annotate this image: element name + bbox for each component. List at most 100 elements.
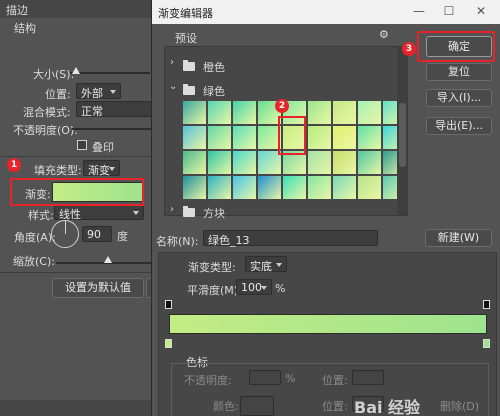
annotation-badge-2: 2 — [275, 99, 289, 113]
gradient-swatch[interactable] — [308, 176, 331, 199]
new-button[interactable]: 新建(W) — [425, 229, 492, 247]
size-label: 大小(S): — [33, 68, 75, 81]
gradient-swatch[interactable] — [358, 176, 381, 199]
gradient-swatch[interactable] — [183, 126, 206, 149]
smoothness-label: 平滑度(M): — [187, 284, 242, 297]
folder-icon — [183, 206, 195, 217]
import-button[interactable]: 导入(I)... — [426, 89, 492, 107]
gear-icon[interactable]: ⚙ — [379, 28, 391, 41]
opacity-slider-track[interactable] — [72, 128, 152, 130]
gradient-swatch[interactable] — [333, 176, 356, 199]
gradient-swatch[interactable] — [233, 176, 256, 199]
stroke-dialog-title: 描边 — [6, 4, 28, 17]
gradient-swatch[interactable] — [283, 151, 306, 174]
color-stop-right[interactable] — [483, 339, 490, 348]
gradient-settings-panel: 渐变类型: 实底 平滑度(M): 100 % 色标 不透明度: % 位置: 颜色… — [158, 252, 497, 416]
presets-scrollbar[interactable] — [397, 47, 408, 215]
stop-location-input — [352, 370, 384, 385]
stop-color-label: 颜色: — [213, 400, 239, 413]
maximize-icon[interactable]: ☐ — [434, 0, 464, 24]
stop-opacity-label: 不透明度: — [184, 374, 232, 387]
gradient-swatch[interactable] — [283, 126, 306, 149]
gradient-swatch[interactable] — [183, 176, 206, 199]
gradient-swatch[interactable] — [308, 101, 331, 124]
chevron-right-icon[interactable]: › — [170, 204, 174, 215]
overprint-label: 叠印 — [92, 141, 114, 154]
overprint-checkbox[interactable] — [77, 140, 87, 150]
chevron-right-icon[interactable]: › — [170, 57, 174, 68]
gradient-swatch[interactable] — [333, 151, 356, 174]
presets-panel: › 橙色 ⌄ 绿色 › 方块 — [164, 46, 408, 220]
export-button[interactable]: 导出(E)... — [426, 117, 492, 135]
gradient-label: 渐变: — [25, 188, 51, 201]
ok-button[interactable]: 确定 — [426, 36, 492, 57]
gradient-swatch[interactable] — [208, 126, 231, 149]
scale-slider-thumb[interactable] — [104, 256, 112, 263]
gradient-editor-titlebar: 渐变编辑器 — ☐ ✕ — [152, 0, 500, 24]
gradient-swatch[interactable] — [208, 151, 231, 174]
position-select[interactable]: 外部 — [76, 83, 121, 100]
gradient-swatch[interactable] — [208, 101, 231, 124]
size-slider-track[interactable] — [70, 72, 150, 74]
stop-opacity-percent: % — [285, 372, 296, 385]
scale-label: 缩放(C): — [13, 255, 55, 268]
annotation-badge-3: 3 — [402, 42, 416, 56]
gradient-swatch[interactable] — [183, 101, 206, 124]
blend-mode-select[interactable]: 正常 — [76, 101, 152, 118]
delete-button: 删除(D) — [440, 400, 480, 413]
presets-label: 预设 — [175, 32, 197, 45]
folder-orange[interactable]: 橙色 — [203, 59, 225, 75]
angle-input[interactable]: 90 — [82, 226, 112, 242]
gradient-swatch[interactable] — [283, 176, 306, 199]
gradient-swatch[interactable] — [208, 176, 231, 199]
presets-scrollbar-thumb[interactable] — [399, 103, 406, 167]
opacity-label: 不透明度(O): — [13, 124, 78, 137]
gradient-swatch[interactable] — [358, 126, 381, 149]
folder-squares[interactable]: 方块 — [203, 205, 225, 221]
folder-icon — [183, 84, 195, 95]
gradient-bar[interactable] — [169, 314, 487, 334]
fill-type-label: 填充类型: — [34, 164, 82, 177]
angle-label: 角度(A): — [14, 231, 56, 244]
gradient-swatch[interactable] — [183, 151, 206, 174]
gradient-swatch[interactable] — [333, 101, 356, 124]
gradient-swatch[interactable] — [358, 151, 381, 174]
gradient-swatch[interactable] — [358, 101, 381, 124]
gradient-swatch[interactable] — [233, 126, 256, 149]
structure-heading: 结构 — [14, 22, 36, 35]
gradient-swatch[interactable] — [308, 126, 331, 149]
stop-location-label-2: 位置: — [322, 400, 348, 413]
chevron-down-icon[interactable]: ⌄ — [169, 81, 177, 92]
gradient-type-select[interactable]: 实底 — [245, 256, 287, 273]
folder-icon — [183, 60, 195, 71]
reset-button[interactable]: 复位 — [426, 63, 492, 81]
watermark: Bai 经验 — [354, 398, 421, 416]
close-icon[interactable]: ✕ — [466, 0, 496, 24]
gradient-swatch[interactable] — [233, 101, 256, 124]
style-select[interactable]: 线性 — [54, 204, 144, 221]
opacity-stop-right[interactable] — [483, 300, 490, 309]
stop-color-swatch — [240, 396, 274, 416]
gradient-swatch[interactable] — [333, 126, 356, 149]
divider — [0, 272, 152, 273]
angle-unit: 度 — [117, 230, 128, 243]
angle-dial[interactable] — [51, 220, 79, 248]
size-slider-thumb[interactable] — [72, 67, 80, 74]
smoothness-input[interactable]: 100 — [236, 279, 272, 295]
gradient-swatch[interactable] — [258, 126, 281, 149]
reset-default-button[interactable]: 设置为默认值 — [52, 278, 144, 298]
folder-green[interactable]: 绿色 — [203, 83, 225, 99]
gradient-swatch[interactable] — [233, 151, 256, 174]
smoothness-percent: % — [275, 282, 286, 295]
gradient-swatch[interactable] — [308, 151, 331, 174]
gradient-type-label: 渐变类型: — [188, 261, 236, 274]
fill-type-select[interactable]: 渐变 — [83, 160, 120, 177]
gradient-preview[interactable] — [52, 182, 144, 202]
opacity-stop-left[interactable] — [165, 300, 172, 309]
name-label: 名称(N): — [156, 235, 199, 248]
gradient-swatch[interactable] — [258, 151, 281, 174]
gradient-swatch[interactable] — [258, 176, 281, 199]
color-stop-left[interactable] — [165, 339, 172, 348]
name-input[interactable]: 绿色_13 — [203, 230, 378, 247]
minimize-icon[interactable]: — — [404, 0, 434, 24]
